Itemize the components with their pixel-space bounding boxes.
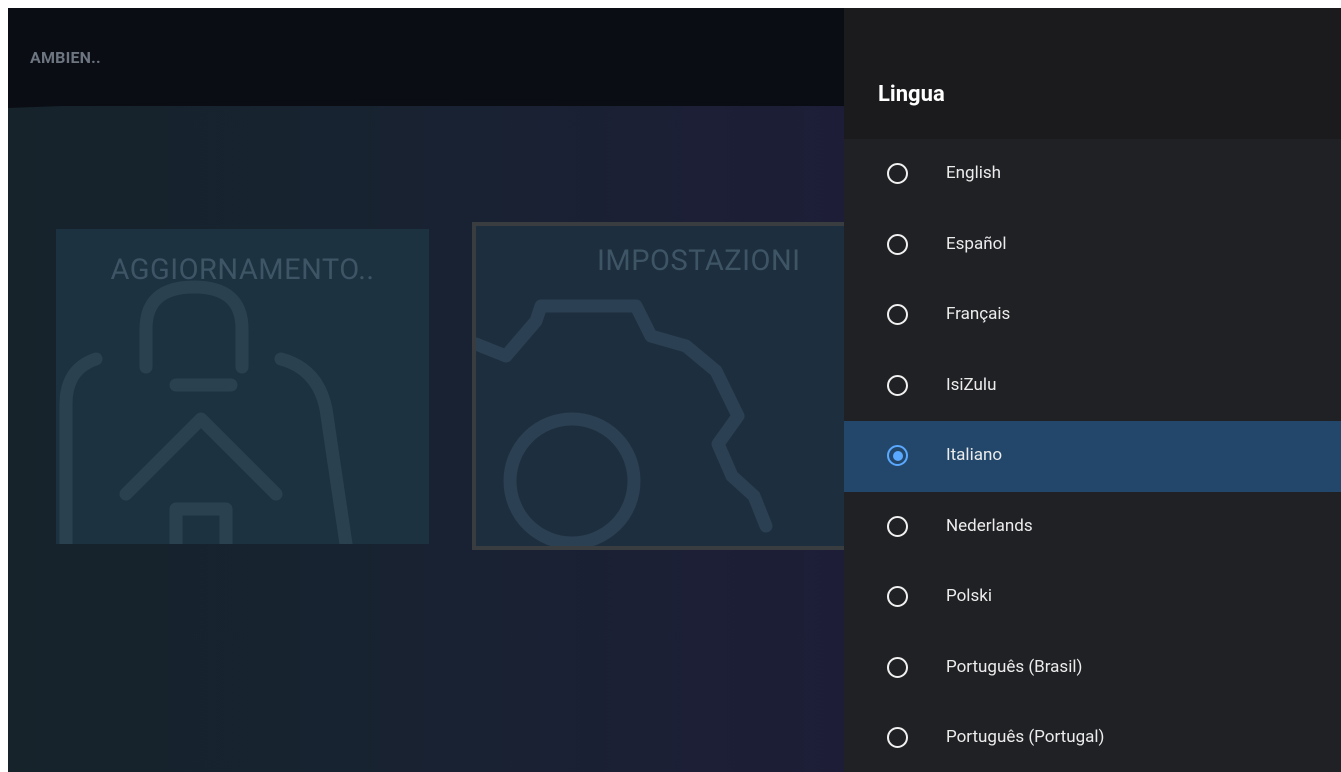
language-list: English Español Français IsiZulu Italian… xyxy=(844,139,1341,772)
language-option-portugues-portugal[interactable]: Português (Portugal) xyxy=(844,703,1341,772)
language-label: IsiZulu xyxy=(946,374,997,395)
radio-unchecked-icon[interactable] xyxy=(887,727,908,748)
top-bar-divider xyxy=(8,94,844,108)
app-title: AMBIEN.. xyxy=(30,48,101,67)
tv-screen: AMBIEN.. AGGIORNAMENTO.. IMPOSTAZIONI Li… xyxy=(8,8,1341,772)
language-label: Français xyxy=(946,304,1011,324)
language-option-espanol[interactable]: Español xyxy=(844,210,1341,281)
background-app: AMBIEN.. AGGIORNAMENTO.. IMPOSTAZIONI xyxy=(8,8,844,772)
language-panel: Lingua English Español Français IsiZulu … xyxy=(844,8,1341,772)
language-option-nederlands[interactable]: Nederlands xyxy=(844,492,1341,563)
language-option-polski[interactable]: Polski xyxy=(844,562,1341,633)
language-option-isizulu[interactable]: IsiZulu xyxy=(844,351,1341,422)
radio-unchecked-icon[interactable] xyxy=(887,656,908,678)
panel-header: Lingua xyxy=(844,8,1341,139)
tile-update-label: AGGIORNAMENTO.. xyxy=(110,253,375,287)
language-label: Italiano xyxy=(946,445,1003,465)
tile-settings-label: IMPOSTAZIONI xyxy=(597,244,801,278)
tile-update[interactable]: AGGIORNAMENTO.. xyxy=(56,229,429,544)
radio-unchecked-icon[interactable] xyxy=(887,374,908,396)
radio-unchecked-icon[interactable] xyxy=(887,304,908,325)
language-label: Nederlands xyxy=(946,515,1033,536)
language-option-italiano[interactable]: Italiano xyxy=(844,421,1341,492)
language-label: English xyxy=(946,163,1002,183)
radio-unchecked-icon[interactable] xyxy=(887,586,908,607)
language-option-portugues-brasil[interactable]: Português (Brasil) xyxy=(844,633,1341,704)
radio-unchecked-icon[interactable] xyxy=(887,515,908,537)
language-option-francais[interactable]: Français xyxy=(844,280,1341,351)
top-bar: AMBIEN.. xyxy=(8,8,844,106)
language-label: Polski xyxy=(946,586,992,606)
radio-unchecked-icon[interactable] xyxy=(887,163,908,184)
language-label: Português (Brasil) xyxy=(946,656,1083,677)
language-label: Português (Portugal) xyxy=(946,727,1105,747)
language-option-english[interactable]: English xyxy=(844,139,1341,210)
radio-checked-icon[interactable] xyxy=(887,445,908,466)
radio-unchecked-icon[interactable] xyxy=(887,233,908,255)
radio-dot xyxy=(892,450,903,461)
language-label: Español xyxy=(946,233,1007,254)
panel-title: Lingua xyxy=(878,82,945,107)
tile-settings[interactable]: IMPOSTAZIONI xyxy=(472,222,844,550)
